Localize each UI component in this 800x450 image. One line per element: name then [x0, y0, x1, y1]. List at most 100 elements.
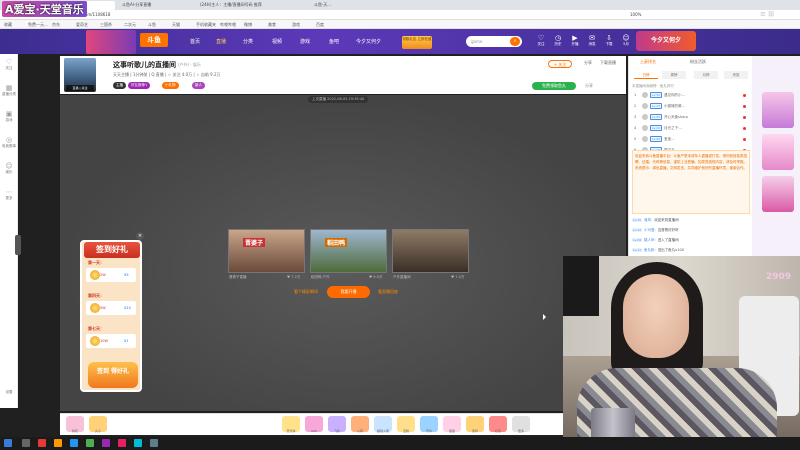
gift-item[interactable]: 宝箱 — [397, 416, 415, 433]
header-banner[interactable]: 今夕又何夕 — [636, 31, 696, 51]
subtab-day[interactable]: 日榜 — [634, 71, 658, 79]
browser-tab[interactable]: (24H)主人：主播/直播间号码 推荐 — [196, 1, 306, 10]
gift-item[interactable]: 红包 — [489, 416, 507, 433]
header-icon-0[interactable]: ♡ 关注 — [532, 34, 550, 47]
start-icon[interactable] — [4, 439, 12, 447]
taskbar-app-icon[interactable] — [38, 439, 46, 447]
bookmark-item[interactable]: 微博 — [244, 22, 252, 28]
recommended-stream[interactable]: 稻田鸭 — [310, 229, 387, 273]
free-fishball-button[interactable]: 免费领取鱼丸 — [532, 82, 576, 90]
gift-item[interactable]: 守护 — [420, 416, 438, 433]
sidebar-item-5[interactable]: ⋯ 更多 — [0, 188, 18, 201]
sidebar-collapse-handle[interactable] — [15, 235, 21, 255]
header-icon-2[interactable]: ▶ 开播 — [566, 34, 584, 47]
follow-button[interactable]: + 关注 — [548, 60, 572, 68]
sidebar-item-3[interactable]: ◎ 电竞赛事 — [0, 136, 18, 149]
taskbar-app-icon[interactable] — [86, 439, 94, 447]
chat-username[interactable]: 小可爱: — [644, 228, 656, 232]
chat-tab-rank[interactable]: 土豪排名 — [640, 59, 656, 65]
subtab-week[interactable]: 周榜 — [662, 71, 686, 79]
zoom-level[interactable]: 100% — [630, 12, 641, 17]
search-icon[interactable] — [22, 439, 30, 447]
bookmark-item[interactable]: 游戏 — [292, 22, 300, 28]
sidebar-item-0[interactable]: ♡ 关注 — [0, 58, 18, 71]
promo-card[interactable] — [762, 176, 794, 212]
nav-fishbar[interactable]: 鱼吧 — [329, 38, 339, 45]
room-tag[interactable]: 好友推荐1 — [128, 82, 151, 89]
room-tag[interactable]: 新人 — [192, 82, 205, 89]
rank-row[interactable]: 5 Lv.20 宝宝... — [634, 136, 746, 146]
bookmark-item[interactable]: 哔哩哔哩 — [220, 22, 236, 28]
close-icon[interactable]: × — [136, 232, 144, 240]
rank-row[interactable]: 3 Lv.25 开心天使sharp — [634, 114, 746, 124]
nav-category[interactable]: 分类 — [243, 38, 253, 45]
gift-item[interactable]: 丸子 — [89, 416, 107, 433]
taskbar-app-icon[interactable] — [134, 439, 142, 447]
browser-tab[interactable]: 斗鱼·天... — [310, 1, 370, 10]
chat-username[interactable]: 鱼丸粉: — [644, 248, 656, 252]
rank-row[interactable]: 1 Lv.32 遇见你的小... — [634, 92, 746, 102]
header-icon-4[interactable]: ⇩ 下载 — [600, 34, 618, 47]
header-icon-5[interactable]: ☺ 5月 — [617, 34, 635, 47]
nav-home[interactable]: 首页 — [190, 38, 200, 45]
subtab-noble[interactable]: 贵族 — [724, 71, 748, 79]
gift-item[interactable]: 666 — [305, 416, 323, 433]
sidebar-item-2[interactable]: ▣ 游戏 — [0, 110, 18, 123]
sidebar-item-1[interactable]: ▦ 直播分类 — [0, 84, 18, 97]
taskbar-app-icon[interactable] — [54, 439, 62, 447]
room-category[interactable]: (户外) · 娱乐 — [178, 62, 201, 68]
promo-card[interactable] — [762, 92, 794, 128]
highlights-link[interactable]: 看个精彩瞬间 — [294, 289, 318, 295]
bookmark-item[interactable]: 免费一元... — [28, 22, 48, 28]
gift-item[interactable]: 鲜花 — [66, 416, 84, 433]
bookmark-item[interactable]: 天猫 — [172, 22, 180, 28]
gift-item[interactable]: 星星 — [443, 416, 461, 433]
bookmark-item[interactable]: 百度 — [316, 22, 324, 28]
gift-item[interactable]: 奖杯 — [466, 416, 484, 433]
nav-video[interactable]: 视频 — [272, 38, 282, 45]
gift-item[interactable]: 火箭 — [351, 416, 369, 433]
taskbar-app-icon[interactable] — [118, 439, 126, 447]
search-icon[interactable]: ⌕ — [510, 37, 520, 46]
room-tag[interactable]: 主播 — [113, 82, 126, 89]
sidebar-settings[interactable]: 设置 — [0, 390, 18, 395]
share-link[interactable]: 分享 — [585, 83, 593, 89]
chat-tab-fans[interactable]: 粉丝活跃 — [690, 59, 706, 65]
nav-event[interactable]: 今夕又何夕 — [356, 38, 381, 45]
bookmark-item[interactable]: 京东 — [52, 22, 60, 28]
bookmark-item[interactable]: 二次元 — [124, 22, 136, 28]
sidebar-item-4[interactable]: ☺ 娱乐 — [0, 162, 18, 175]
bookmark-item[interactable]: 斗鱼 — [148, 22, 156, 28]
recommended-stream[interactable]: 晋婆子 — [228, 229, 305, 273]
gift-item[interactable]: 更多 — [512, 416, 530, 433]
signin-button[interactable]: 签到 得好礼 — [88, 362, 138, 388]
room-tag[interactable]: 小礼物 — [162, 82, 179, 89]
promo-button[interactable]: 领取礼包 立即充值 — [402, 36, 432, 49]
chat-username[interactable]: 清风: — [644, 218, 652, 222]
bookmark-item[interactable]: 手机收藏夹 — [196, 22, 216, 28]
recommended-stream[interactable] — [392, 229, 469, 273]
taskbar-app-icon[interactable] — [102, 439, 110, 447]
site-logo[interactable]: 斗鱼 — [140, 33, 168, 47]
bookmark-item[interactable]: 三国杀 — [100, 22, 112, 28]
nav-game[interactable]: 游戏 — [300, 38, 310, 45]
bookmark-item[interactable]: 美食 — [268, 22, 276, 28]
taskbar-app-icon[interactable] — [150, 439, 158, 447]
bookmark-item[interactable]: 爱奇艺 — [76, 22, 88, 28]
gift-item[interactable]: 荧光棒 — [282, 416, 300, 433]
replay-link[interactable]: 看直播回放 — [378, 289, 398, 295]
gift-item[interactable]: 超级火箭 — [374, 416, 392, 433]
nav-live[interactable]: 直播 — [216, 38, 226, 45]
subtab-month[interactable]: 月榜 — [694, 71, 718, 79]
browser-tab[interactable]: 斗鱼Al-分享直播 — [118, 1, 193, 10]
taskbar-app-icon[interactable] — [70, 439, 78, 447]
rank-row[interactable]: 2 Lv.27 小猫咪的窝... — [634, 103, 746, 113]
bookmark-item[interactable]: 收藏 — [4, 22, 12, 28]
header-icon-1[interactable]: ◷ 历史 — [549, 34, 567, 47]
promo-card[interactable] — [762, 134, 794, 170]
share-button[interactable]: 分享 — [584, 60, 592, 68]
header-icon-3[interactable]: ✉ 消息 — [583, 34, 601, 47]
start-broadcast-button[interactable]: 我要开播 — [327, 286, 370, 298]
rank-row[interactable]: 4 Lv.22 月光之下·... — [634, 125, 746, 135]
download-button[interactable]: 下载直播 — [600, 60, 616, 68]
